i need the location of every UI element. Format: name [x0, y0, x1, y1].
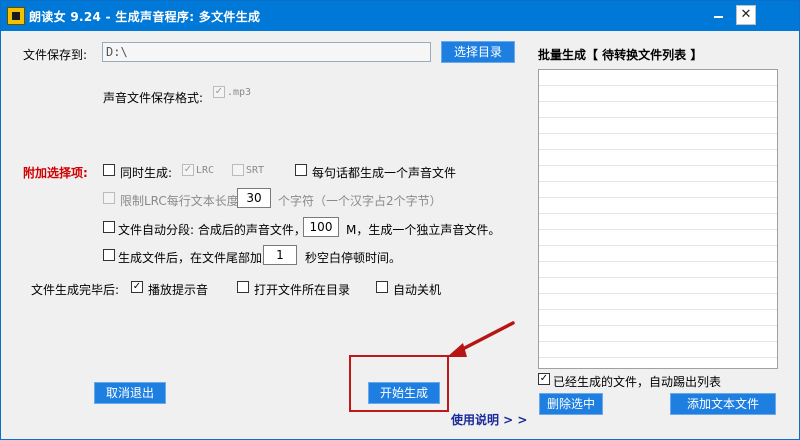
- add-text-file-button[interactable]: 添加文本文件: [670, 393, 776, 415]
- batch-title: 批量生成【 待转换文件列表 】: [538, 48, 703, 62]
- list-line: [539, 325, 777, 326]
- lrc-checkbox[interactable]: ✓: [182, 164, 194, 176]
- list-line: [539, 309, 777, 310]
- cancel-exit-button[interactable]: 取消退出: [94, 382, 166, 404]
- auto-shutdown-checkbox[interactable]: [376, 281, 388, 293]
- open-folder-checkbox[interactable]: [237, 281, 249, 293]
- title-bar: 朗读女 9.24 - 生成声音程序: 多文件生成 ✕: [1, 1, 799, 31]
- list-line: [539, 85, 777, 86]
- extra-options-label: 附加选择项:: [23, 166, 88, 180]
- srt-label: SRT: [246, 165, 265, 176]
- app-window: 朗读女 9.24 - 生成声音程序: 多文件生成 ✕ 文件保存到: D:\ 选择…: [0, 0, 800, 440]
- minimize-button[interactable]: [709, 5, 729, 25]
- list-line: [539, 181, 777, 182]
- list-line: [539, 261, 777, 262]
- lrc-label: LRC: [196, 165, 215, 176]
- list-line: [539, 213, 777, 214]
- red-arrow-icon: [447, 321, 515, 357]
- sync-generate-checkbox[interactable]: [103, 164, 115, 176]
- close-button[interactable]: ✕: [736, 5, 756, 25]
- save-path-input[interactable]: D:\: [102, 42, 431, 62]
- list-line: [539, 245, 777, 246]
- auto-shutdown-label: 自动关机: [393, 283, 442, 297]
- limit-lrc-suffix: 个字符（一个汉字占2个字节）: [278, 194, 442, 208]
- auto-split-checkbox[interactable]: [103, 221, 115, 233]
- list-line: [539, 229, 777, 230]
- open-folder-label: 打开文件所在目录: [254, 283, 351, 297]
- delete-selected-button[interactable]: 删除选中: [539, 393, 603, 415]
- auto-split-suffix: M，生成一个独立声音文件。: [346, 223, 501, 237]
- save-to-label: 文件保存到:: [23, 48, 88, 62]
- choose-directory-button[interactable]: 选择目录: [441, 41, 515, 63]
- auto-split-label: 文件自动分段: 合成后的声音文件，每: [118, 223, 318, 237]
- list-line: [539, 165, 777, 166]
- window-title: 朗读女 9.24 - 生成声音程序: 多文件生成: [29, 10, 261, 24]
- list-line: [539, 293, 777, 294]
- completion-label: 文件生成完毕后:: [31, 283, 120, 297]
- highlight-box: [349, 355, 449, 412]
- mp3-checkbox[interactable]: ✓: [213, 86, 225, 98]
- help-link[interactable]: 使用说明 > >: [451, 411, 527, 428]
- srt-checkbox[interactable]: [232, 164, 244, 176]
- pending-file-list[interactable]: [538, 69, 778, 369]
- append-silence-checkbox[interactable]: [103, 249, 115, 261]
- auto-split-size-input[interactable]: 100: [303, 217, 339, 237]
- limit-lrc-checkbox[interactable]: [103, 192, 115, 204]
- each-sentence-label: 每句话都生成一个声音文件: [312, 166, 457, 180]
- list-line: [539, 149, 777, 150]
- limit-lrc-label: 限制LRC每行文本长度:: [120, 194, 243, 208]
- list-line: [539, 341, 777, 342]
- sync-generate-label: 同时生成:: [120, 166, 173, 180]
- play-sound-checkbox[interactable]: ✓: [131, 281, 143, 293]
- list-line: [539, 133, 777, 134]
- limit-lrc-input[interactable]: 30: [237, 188, 271, 208]
- list-line: [539, 117, 777, 118]
- each-sentence-checkbox[interactable]: [295, 164, 307, 176]
- remove-done-checkbox[interactable]: ✓: [538, 373, 550, 385]
- list-line: [539, 277, 777, 278]
- remove-done-label: 已经生成的文件，自动踢出列表: [553, 375, 722, 389]
- play-sound-label: 播放提示音: [148, 283, 209, 297]
- format-label: 声音文件保存格式:: [103, 91, 204, 105]
- mp3-format-label: .mp3: [227, 87, 252, 98]
- append-silence-label: 生成文件后，在文件尾部加入: [118, 251, 275, 265]
- list-line: [539, 101, 777, 102]
- append-silence-suffix: 秒空白停顿时间。: [305, 251, 402, 265]
- list-line: [539, 357, 777, 358]
- list-line: [539, 197, 777, 198]
- app-logo-icon: [7, 7, 25, 25]
- append-silence-seconds-input[interactable]: 1: [263, 245, 297, 265]
